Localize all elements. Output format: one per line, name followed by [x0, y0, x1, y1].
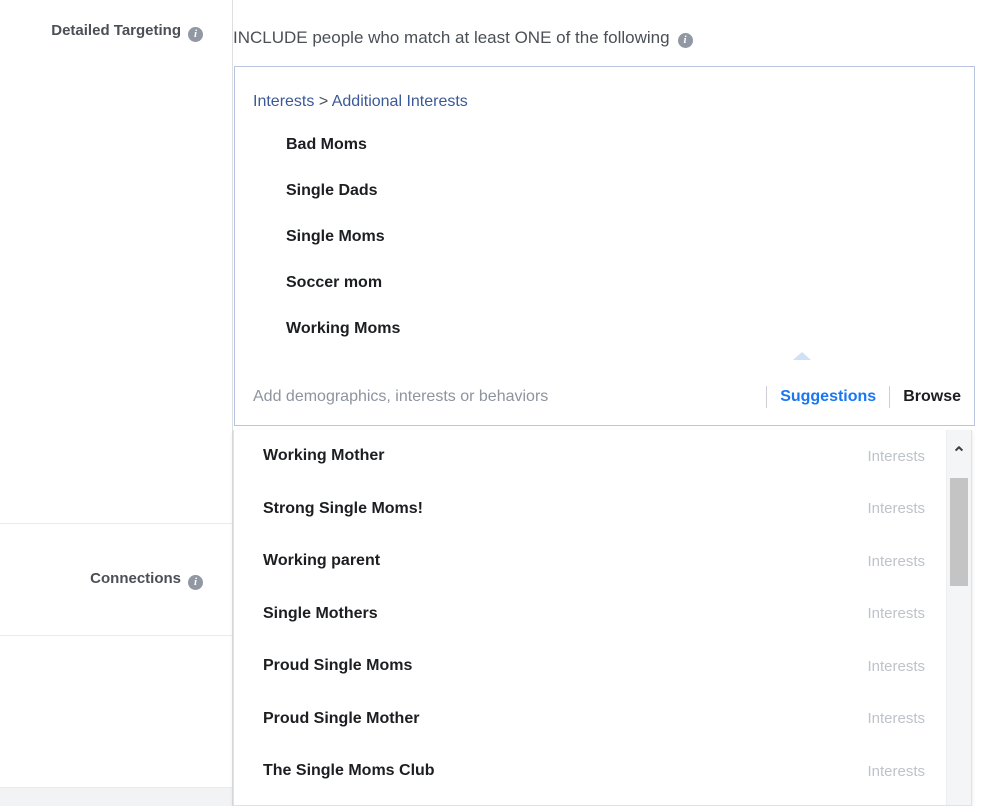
selected-interest-item[interactable]: Soccer mom — [286, 272, 964, 318]
suggestion-row[interactable]: Proud Single Mother Interests — [234, 693, 971, 746]
suggestion-row[interactable]: Single Mothers Interests — [234, 588, 971, 641]
selected-interests-list: Bad Moms Single Dads Single Moms Soccer … — [286, 134, 964, 364]
targeting-selector-box: Interests > Additional Interests Bad Mom… — [234, 66, 975, 426]
suggestion-row[interactable]: Working Mother Interests — [234, 430, 971, 483]
suggestion-name: The Single Moms Club — [263, 762, 435, 780]
suggestion-name: Working Mother — [263, 447, 385, 465]
suggestion-type: Interests — [867, 605, 925, 623]
info-icon[interactable]: i — [677, 33, 693, 48]
selected-interest-item[interactable]: Bad Moms — [286, 134, 964, 180]
selected-interest-item[interactable]: Working Moms — [286, 318, 964, 364]
detailed-targeting-label-row: Detailed Targeting i — [0, 22, 232, 42]
breadcrumb-child-link[interactable]: Additional Interests — [332, 93, 468, 110]
suggestion-row[interactable]: Working parent Interests — [234, 535, 971, 588]
suggestion-type: Interests — [867, 500, 925, 518]
selected-interests-area: Interests > Additional Interests Bad Mom… — [235, 67, 974, 370]
suggestion-name: Working parent — [263, 552, 381, 570]
connections-label-row: Connections i — [0, 570, 232, 590]
active-tab-caret-icon — [793, 352, 811, 360]
suggestion-type: Interests — [867, 710, 925, 728]
breadcrumb: Interests > Additional Interests — [253, 93, 468, 111]
tab-browse[interactable]: Browse — [890, 388, 974, 406]
section-divider — [0, 523, 232, 524]
suggestions-dropdown: Working Mother Interests Strong Single M… — [233, 430, 972, 806]
targeting-input-row: Suggestions Browse — [235, 369, 974, 425]
search-input[interactable] — [235, 382, 767, 412]
footer-strip — [0, 788, 232, 806]
info-icon[interactable]: i — [188, 575, 203, 590]
suggestion-name: Strong Single Moms! — [263, 499, 423, 517]
chevron-up-icon[interactable]: ⌃ — [947, 445, 971, 462]
suggestion-type: Interests — [867, 447, 925, 465]
breadcrumb-root-link[interactable]: Interests — [253, 93, 314, 110]
info-icon[interactable]: i — [188, 27, 203, 42]
include-heading-text: INCLUDE people who match at least ONE of… — [233, 28, 670, 47]
suggestion-type: Interests — [867, 552, 925, 570]
detailed-targeting-label: Detailed Targeting — [51, 22, 181, 39]
breadcrumb-separator: > — [318, 93, 329, 110]
tab-suggestions[interactable]: Suggestions — [767, 388, 889, 406]
suggestion-type: Interests — [867, 762, 925, 780]
scrollbar-thumb[interactable] — [950, 478, 968, 586]
suggestion-row[interactable]: Strong Single Moms! Interests — [234, 483, 971, 536]
detailed-targeting-panel: INCLUDE people who match at least ONE of… — [233, 0, 992, 806]
connections-label: Connections — [90, 570, 181, 587]
suggestion-row[interactable]: Proud Single Moms Interests — [234, 640, 971, 693]
suggestion-name: Proud Single Mother — [263, 709, 420, 727]
suggestion-row[interactable]: The Single Moms Club Interests — [234, 745, 971, 798]
suggestion-name: Proud Single Moms — [263, 657, 413, 675]
dropdown-scrollbar[interactable]: ⌃ — [946, 430, 971, 805]
selected-interest-item[interactable]: Single Moms — [286, 226, 964, 272]
selected-interest-item[interactable]: Single Dads — [286, 180, 964, 226]
include-heading: INCLUDE people who match at least ONE of… — [233, 28, 693, 48]
suggestion-type: Interests — [867, 657, 925, 675]
left-label-column: Detailed Targeting i Connections i — [0, 0, 233, 806]
section-divider — [0, 635, 232, 636]
suggestion-name: Single Mothers — [263, 604, 378, 622]
